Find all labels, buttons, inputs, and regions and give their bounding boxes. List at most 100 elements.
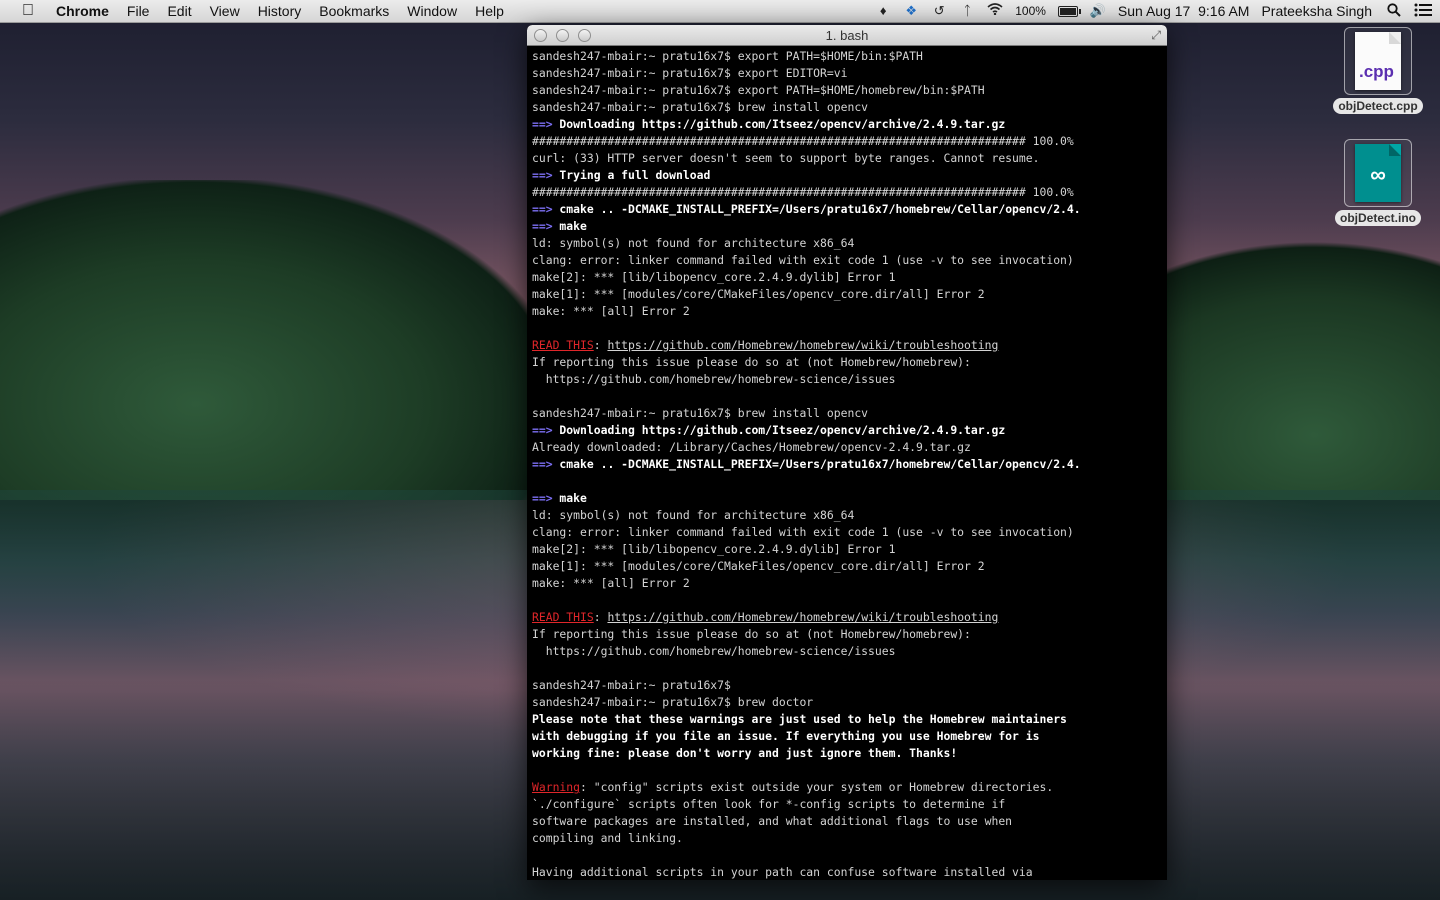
- terminal-text: If reporting this issue please do so at …: [532, 627, 971, 641]
- terminal-text: sandesh247-mbair:~ pratu16x7$ brew docto…: [532, 695, 814, 709]
- terminal-line: software packages are installed, and wha…: [532, 813, 1162, 830]
- terminal-text: ld: symbol(s) not found for architecture…: [532, 236, 855, 250]
- terminal-line: Warning: "config" scripts exist outside …: [532, 779, 1162, 796]
- menu-app-name[interactable]: Chrome: [52, 3, 118, 19]
- menu-help[interactable]: Help: [466, 3, 513, 19]
- terminal-line: ==> cmake .. -DCMAKE_INSTALL_PREFIX=/Use…: [532, 456, 1162, 473]
- terminal-text: sandesh247-mbair:~ pratu16x7$ brew insta…: [532, 100, 869, 114]
- user-name[interactable]: Prateeksha Singh: [1261, 3, 1372, 19]
- terminal-line: make: *** [all] Error 2: [532, 303, 1162, 320]
- terminal-line: clang: error: linker command failed with…: [532, 524, 1162, 541]
- terminal-line: make[2]: *** [lib/libopencv_core.2.4.9.d…: [532, 541, 1162, 558]
- terminal-text: sandesh247-mbair:~ pratu16x7$: [532, 678, 731, 692]
- terminal-line: If reporting this issue please do so at …: [532, 626, 1162, 643]
- terminal-text: sandesh247-mbair:~ pratu16x7$ brew insta…: [532, 406, 869, 420]
- terminal-text: make: [552, 219, 587, 233]
- menu-bar:  Chrome File Edit View History Bookmark…: [0, 0, 1440, 23]
- terminal-text: sandesh247-mbair:~ pratu16x7$ export PAT…: [532, 49, 923, 63]
- terminal-line: compiling and linking.: [532, 830, 1162, 847]
- terminal-text: clang: error: linker command failed with…: [532, 253, 1074, 267]
- apple-icon[interactable]: : [18, 2, 38, 20]
- volume-icon[interactable]: 🔊: [1090, 3, 1106, 19]
- time-machine-icon[interactable]: ↺: [931, 3, 947, 19]
- terminal-line: ==> make: [532, 218, 1162, 235]
- terminal-text: Downloading https://github.com/Itseez/op…: [552, 117, 1006, 131]
- terminal-text: curl: (33) HTTP server doesn't seem to s…: [532, 151, 1040, 165]
- cpp-file-icon: .cpp: [1344, 27, 1412, 95]
- menu-file[interactable]: File: [118, 3, 159, 19]
- spotlight-icon[interactable]: [1386, 3, 1402, 19]
- terminal-line: ==> Downloading https://github.com/Itsee…: [532, 116, 1162, 133]
- terminal-window[interactable]: 1. bash ⤢ sandesh247-mbair:~ pratu16x7$ …: [527, 25, 1167, 880]
- terminal-text: ==>: [532, 117, 553, 131]
- menu-extras: ♦ ❖ ↺ ᛏ 100% 🔊 Sun Aug 17 9:16 AM Pratee…: [869, 0, 1440, 22]
- terminal-text: READ THIS: [532, 610, 594, 624]
- terminal-text: ==>: [532, 457, 553, 471]
- terminal-text: compiling and linking.: [532, 831, 683, 845]
- terminal-line: ==> Downloading https://github.com/Itsee…: [532, 422, 1162, 439]
- menu-history[interactable]: History: [249, 3, 311, 19]
- terminal-text: make: *** [all] Error 2: [532, 576, 690, 590]
- wifi-icon[interactable]: [987, 3, 1003, 19]
- notification-center-icon[interactable]: [1414, 3, 1432, 19]
- menu-window[interactable]: Window: [398, 3, 466, 19]
- menu-view[interactable]: View: [201, 3, 249, 19]
- terminal-text: If reporting this issue please do so at …: [532, 355, 971, 369]
- terminal-line: READ THIS: https://github.com/Homebrew/h…: [532, 609, 1162, 626]
- battery-level: [1059, 7, 1076, 15]
- menu-bookmarks[interactable]: Bookmarks: [310, 3, 398, 19]
- terminal-text: sandesh247-mbair:~ pratu16x7$ export EDI…: [532, 66, 848, 80]
- terminal-line: make[2]: *** [lib/libopencv_core.2.4.9.d…: [532, 269, 1162, 286]
- dropbox-icon[interactable]: ❖: [903, 3, 919, 19]
- terminal-text: Warning: [532, 780, 581, 794]
- window-title: 1. bash: [825, 27, 869, 43]
- terminal-line: make: *** [all] Error 2: [532, 575, 1162, 592]
- terminal-line: Having additional scripts in your path c…: [532, 864, 1162, 880]
- clock[interactable]: Sun Aug 17 9:16 AM: [1118, 3, 1250, 19]
- terminal-link[interactable]: https://github.com/Homebrew/homebrew/wik…: [607, 610, 998, 624]
- terminal-text: ==>: [532, 168, 553, 182]
- terminal-line: ld: symbol(s) not found for architecture…: [532, 507, 1162, 524]
- battery-icon[interactable]: [1057, 5, 1081, 17]
- terminal-line: `./configure` scripts often look for *-c…: [532, 796, 1162, 813]
- terminal-titlebar[interactable]: 1. bash ⤢: [527, 25, 1167, 46]
- terminal-text: https://github.com/homebrew/homebrew-sci…: [532, 372, 896, 386]
- notification-icon[interactable]: ♦: [875, 3, 891, 19]
- terminal-line: Already downloaded: /Library/Caches/Home…: [532, 439, 1162, 456]
- terminal-link[interactable]: https://github.com/Homebrew/homebrew/wik…: [607, 338, 998, 352]
- terminal-text: :: [593, 610, 608, 624]
- terminal-text: sandesh247-mbair:~ pratu16x7$ export PAT…: [532, 83, 985, 97]
- terminal-text: with debugging if you file an issue. If …: [532, 729, 1040, 743]
- terminal-text: ########################################…: [532, 185, 1074, 199]
- bluetooth-icon[interactable]: ᛏ: [959, 3, 975, 19]
- terminal-text: `./configure` scripts often look for *-c…: [532, 797, 1006, 811]
- terminal-text: make[1]: *** [modules/core/CMakeFiles/op…: [532, 559, 985, 573]
- terminal-text: : "config" scripts exist outside your sy…: [580, 780, 1054, 794]
- desktop-icon-label: objDetect.cpp: [1333, 98, 1423, 114]
- battery-percent[interactable]: 100%: [1015, 4, 1046, 18]
- desktop-icon-ino[interactable]: ∞ objDetect.ino: [1328, 139, 1428, 227]
- menu-edit[interactable]: Edit: [158, 3, 200, 19]
- terminal-text: ==>: [532, 491, 553, 505]
- terminal-text: https://github.com/homebrew/homebrew-sci…: [532, 644, 896, 658]
- terminal-text: clang: error: linker command failed with…: [532, 525, 1074, 539]
- terminal-line: sandesh247-mbair:~ pratu16x7$ export PAT…: [532, 82, 1162, 99]
- terminal-line: ########################################…: [532, 133, 1162, 150]
- terminal-output[interactable]: sandesh247-mbair:~ pratu16x7$ export PAT…: [527, 46, 1167, 880]
- terminal-line: ==> Trying a full download: [532, 167, 1162, 184]
- terminal-text: make[1]: *** [modules/core/CMakeFiles/op…: [532, 287, 985, 301]
- terminal-line: ==> make: [532, 490, 1162, 507]
- terminal-text: ==>: [532, 202, 553, 216]
- fullscreen-icon[interactable]: ⤢: [1151, 28, 1161, 43]
- terminal-text: make[2]: *** [lib/libopencv_core.2.4.9.d…: [532, 270, 896, 284]
- terminal-line: with debugging if you file an issue. If …: [532, 728, 1162, 745]
- desktop-icon-cpp[interactable]: .cpp objDetect.cpp: [1328, 27, 1428, 115]
- terminal-text: make[2]: *** [lib/libopencv_core.2.4.9.d…: [532, 542, 896, 556]
- wallpaper-forest-left: [0, 180, 560, 500]
